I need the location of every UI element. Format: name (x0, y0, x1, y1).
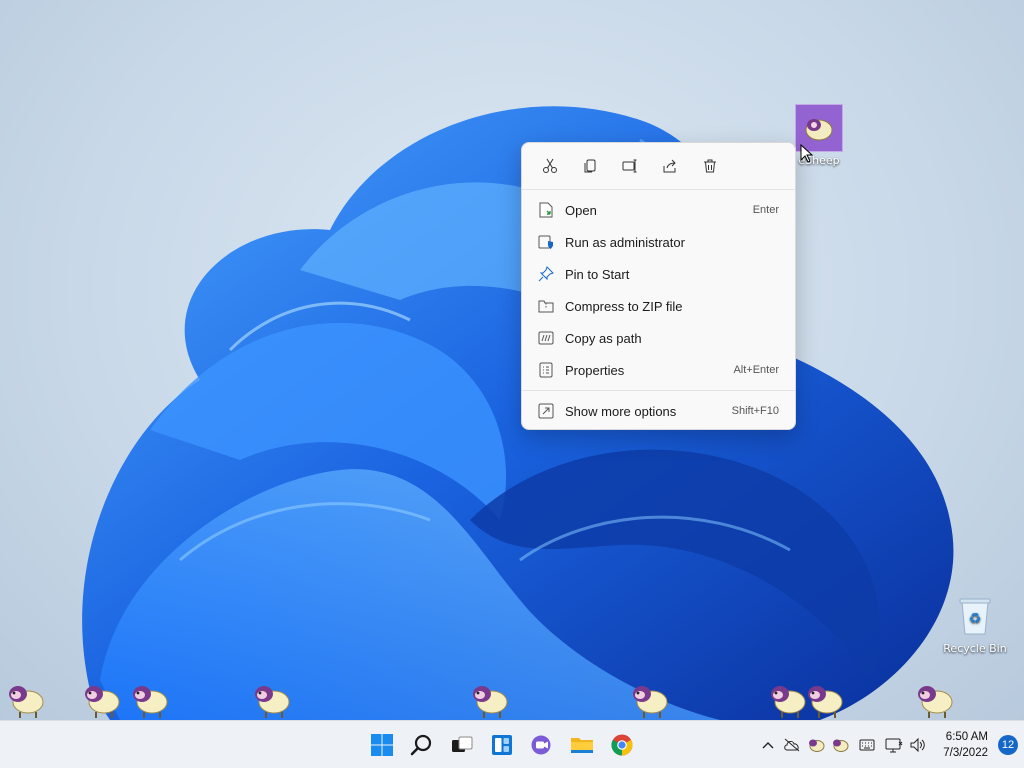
taskbar-apps (362, 721, 642, 768)
clock-date: 7/3/2022 (943, 747, 988, 759)
menu-separator (522, 390, 795, 391)
shield-icon (538, 234, 554, 250)
esheep-sprite[interactable] (82, 680, 122, 720)
widgets-icon (492, 735, 512, 755)
system-tray: 6:50 AM 7/3/2022 12 (756, 721, 1024, 768)
esheep-sprite[interactable] (6, 680, 46, 720)
chrome-button[interactable] (602, 725, 642, 765)
share-button[interactable] (650, 149, 690, 183)
folder-icon (571, 738, 593, 753)
menu-item-label: Copy as path (565, 330, 642, 346)
trash-icon (704, 159, 716, 173)
pin-icon (538, 266, 554, 282)
wallpaper-bloom (82, 106, 954, 720)
widgets-button[interactable] (482, 725, 522, 765)
menu-item-label: Show more options (565, 403, 677, 419)
cloud-off-icon[interactable] (780, 725, 804, 765)
taskbar: 6:50 AM 7/3/2022 12 (0, 720, 1024, 768)
more-options-icon (538, 403, 554, 419)
clock[interactable]: 6:50 AM 7/3/2022 (930, 729, 992, 761)
cut-button[interactable] (530, 149, 570, 183)
start-button[interactable] (362, 725, 402, 765)
menu-item-label: Open (565, 202, 597, 218)
esheep-sprite[interactable] (768, 680, 808, 720)
open-file-icon (538, 202, 554, 218)
search-button[interactable] (402, 725, 442, 765)
menu-item-label: Pin to Start (565, 266, 630, 282)
menu-item-label: Run as administrator (565, 234, 685, 250)
menu-item-show-more-options[interactable]: Show more options Shift+F10 (522, 395, 795, 427)
chat-button[interactable] (522, 725, 562, 765)
volume-icon[interactable] (906, 725, 930, 765)
task-view-button[interactable] (442, 725, 482, 765)
rename-icon (622, 159, 637, 173)
esheep-sprite[interactable] (470, 680, 510, 720)
menu-item-label: Properties (565, 362, 625, 378)
context-menu: Open Enter Run as administrator Pin to S… (521, 142, 796, 430)
copy-icon (584, 159, 596, 173)
menu-item-compress-zip[interactable]: Compress to ZIP file (522, 290, 795, 322)
network-icon[interactable] (882, 725, 906, 765)
menu-item-run-as-administrator[interactable]: Run as administrator (522, 226, 795, 258)
esheep-sprite[interactable] (630, 680, 670, 720)
esheep-sprite[interactable] (130, 680, 170, 720)
menu-item-properties[interactable]: Properties Alt+Enter (522, 354, 795, 386)
windows-logo-icon (371, 734, 393, 756)
rename-button[interactable] (610, 149, 650, 183)
scissors-icon (543, 158, 557, 173)
context-menu-quick-actions (522, 143, 795, 189)
share-icon (663, 159, 676, 173)
esheep-sprite[interactable] (915, 680, 955, 720)
menu-item-label: Compress to ZIP file (565, 298, 683, 314)
chevron-up-icon[interactable] (756, 725, 780, 765)
svg-text:♻: ♻ (969, 611, 982, 627)
properties-icon (538, 362, 554, 378)
task-view-icon (452, 736, 473, 752)
recycle-bin-icon: ♻ (951, 592, 999, 640)
desktop[interactable]: eSheep ♻ Recycle Bin (0, 0, 1024, 720)
desktop-icon-label: Recycle Bin (943, 642, 1007, 655)
copy-button[interactable] (570, 149, 610, 183)
esheep-sprite[interactable] (252, 680, 292, 720)
context-menu-items: Open Enter Run as administrator Pin to S… (522, 190, 795, 386)
menu-item-shortcut: Enter (752, 204, 779, 216)
esheep-sprite[interactable] (805, 680, 845, 720)
chat-icon (531, 735, 551, 755)
menu-item-copy-as-path[interactable]: Copy as path (522, 322, 795, 354)
file-explorer-button[interactable] (562, 725, 602, 765)
notification-badge[interactable]: 12 (998, 735, 1018, 755)
desktop-icon-recycle-bin[interactable]: ♻ Recycle Bin (937, 592, 1013, 655)
copy-path-icon (538, 330, 554, 346)
menu-item-shortcut: Shift+F10 (731, 405, 779, 417)
chrome-icon (611, 734, 633, 756)
menu-item-pin-to-start[interactable]: Pin to Start (522, 258, 795, 290)
sheep-icon[interactable] (828, 725, 852, 765)
menu-item-open[interactable]: Open Enter (522, 194, 795, 226)
mouse-cursor-icon (800, 144, 814, 163)
keyboard-icon[interactable] (852, 725, 882, 765)
search-icon (410, 734, 432, 756)
menu-item-shortcut: Alt+Enter (733, 364, 779, 376)
clock-time: 6:50 AM (945, 731, 988, 743)
zip-folder-icon (538, 298, 554, 314)
sheep-icon[interactable] (804, 725, 828, 765)
delete-button[interactable] (690, 149, 730, 183)
